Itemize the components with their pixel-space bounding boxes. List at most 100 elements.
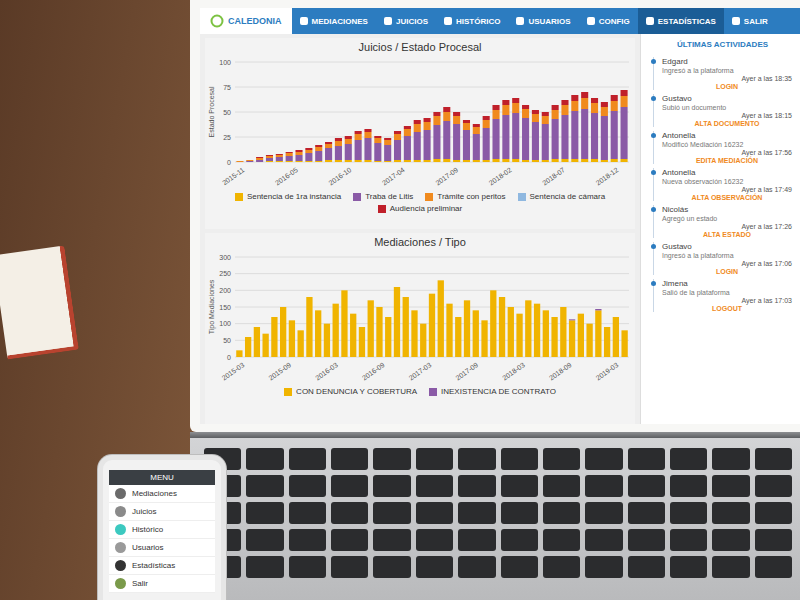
keyboard-key[interactable] bbox=[331, 475, 368, 497]
keyboard-key[interactable] bbox=[712, 502, 749, 524]
keyboard-key[interactable] bbox=[585, 448, 622, 470]
keyboard-key[interactable] bbox=[246, 448, 283, 470]
keyboard-key[interactable] bbox=[416, 502, 453, 524]
keyboard-key[interactable] bbox=[585, 556, 622, 578]
keyboard-key[interactable] bbox=[755, 556, 792, 578]
keyboard-key[interactable] bbox=[246, 556, 283, 578]
activity-item[interactable]: AntonellaNueva observación 16232Ayer a l… bbox=[653, 168, 792, 201]
keyboard-key[interactable] bbox=[712, 448, 749, 470]
phone-menu-item[interactable]: Mediaciones bbox=[109, 485, 215, 503]
nav-item[interactable]: SALIR bbox=[724, 8, 776, 34]
phone-menu-item[interactable]: Usuarios bbox=[109, 539, 215, 557]
logo[interactable]: CALEDONIA bbox=[200, 8, 292, 34]
keyboard-key[interactable] bbox=[628, 556, 665, 578]
activity-item[interactable]: JimenaSalió de la plataformaAyer a las 1… bbox=[653, 279, 792, 312]
keyboard-key[interactable] bbox=[331, 529, 368, 551]
legend-item[interactable]: Sentencia de 1ra instancia bbox=[235, 192, 341, 201]
keyboard-key[interactable] bbox=[373, 556, 410, 578]
keyboard-key[interactable] bbox=[628, 529, 665, 551]
nav-item[interactable]: USUARIOS bbox=[508, 8, 578, 34]
keyboard-key[interactable] bbox=[331, 556, 368, 578]
keyboard-key[interactable] bbox=[331, 502, 368, 524]
phone-menu-item[interactable]: Juicios bbox=[109, 503, 215, 521]
legend-item[interactable]: Traba de Litis bbox=[353, 192, 413, 201]
legend-item[interactable]: Audiencia preliminar bbox=[378, 204, 462, 213]
keyboard-key[interactable] bbox=[458, 475, 495, 497]
activity-item[interactable]: NicolásAgregó un estadoAyer a las 17:26A… bbox=[653, 205, 792, 238]
keyboard-key[interactable] bbox=[670, 556, 707, 578]
legend-item[interactable]: INEXISTENCIA DE CONTRATO bbox=[429, 387, 556, 396]
dashboard-body: Juicios / Estado ProcesalEstado Procesal… bbox=[200, 34, 800, 424]
keyboard-key[interactable] bbox=[373, 529, 410, 551]
activity-item[interactable]: GustavoIngresó a la plataformaAyer a las… bbox=[653, 242, 792, 275]
keyboard-key[interactable] bbox=[543, 502, 580, 524]
keyboard-key[interactable] bbox=[543, 475, 580, 497]
keyboard-key[interactable] bbox=[373, 475, 410, 497]
keyboard-key[interactable] bbox=[246, 529, 283, 551]
activity-item[interactable]: GustavoSubió un documentoAyer a las 18:1… bbox=[653, 94, 792, 127]
keyboard-key[interactable] bbox=[289, 448, 326, 470]
keyboard-key[interactable] bbox=[289, 475, 326, 497]
keyboard-key[interactable] bbox=[628, 502, 665, 524]
keyboard-key[interactable] bbox=[289, 502, 326, 524]
keyboard-key[interactable] bbox=[458, 448, 495, 470]
keyboard-key[interactable] bbox=[373, 502, 410, 524]
keyboard-key[interactable] bbox=[712, 475, 749, 497]
keyboard-key[interactable] bbox=[585, 502, 622, 524]
keyboard-key[interactable] bbox=[416, 556, 453, 578]
keyboard-key[interactable] bbox=[543, 556, 580, 578]
keyboard-key[interactable] bbox=[289, 529, 326, 551]
activity-item[interactable]: EdgardIngresó a la plataformaAyer a las … bbox=[653, 57, 792, 90]
phone-menu-item[interactable]: Estadísticas bbox=[109, 557, 215, 575]
nav-item[interactable]: MEDIACIONES bbox=[292, 8, 376, 34]
keyboard-key[interactable] bbox=[501, 475, 538, 497]
keyboard-key[interactable] bbox=[543, 529, 580, 551]
keyboard-key[interactable] bbox=[712, 556, 749, 578]
legend-item[interactable]: Sentencia de cámara bbox=[518, 192, 606, 201]
keyboard-key[interactable] bbox=[458, 556, 495, 578]
chart-bar bbox=[295, 155, 302, 161]
chart-bar bbox=[578, 314, 584, 357]
keyboard-key[interactable] bbox=[458, 529, 495, 551]
keyboard-key[interactable] bbox=[670, 475, 707, 497]
keyboard-key[interactable] bbox=[501, 502, 538, 524]
keyboard-key[interactable] bbox=[416, 448, 453, 470]
nav-item[interactable]: ESTADÍSTICAS bbox=[638, 8, 724, 34]
keyboard-key[interactable] bbox=[246, 502, 283, 524]
keyboard-key[interactable] bbox=[670, 529, 707, 551]
keyboard-key[interactable] bbox=[712, 529, 749, 551]
keyboard-key[interactable] bbox=[246, 475, 283, 497]
keyboard-key[interactable] bbox=[628, 475, 665, 497]
keyboard-key[interactable] bbox=[501, 448, 538, 470]
keyboard-key[interactable] bbox=[501, 556, 538, 578]
keyboard-key[interactable] bbox=[670, 448, 707, 470]
chart-bar bbox=[305, 161, 312, 162]
legend-item[interactable]: CON DENUNCIA Y COBERTURA bbox=[284, 387, 417, 396]
keyboard-key[interactable] bbox=[331, 448, 368, 470]
phone-menu-item[interactable]: Histórico bbox=[109, 521, 215, 539]
keyboard-key[interactable] bbox=[416, 475, 453, 497]
keyboard-key[interactable] bbox=[755, 475, 792, 497]
y-tick: 25 bbox=[223, 134, 231, 141]
keyboard-key[interactable] bbox=[501, 529, 538, 551]
keyboard-key[interactable] bbox=[628, 448, 665, 470]
keyboard-key[interactable] bbox=[416, 529, 453, 551]
keyboard-key[interactable] bbox=[755, 529, 792, 551]
keyboard-key[interactable] bbox=[755, 502, 792, 524]
chart-bar bbox=[403, 297, 409, 357]
keyboard-key[interactable] bbox=[458, 502, 495, 524]
phone-menu-item[interactable]: Salir bbox=[109, 575, 215, 593]
keyboard-key[interactable] bbox=[755, 448, 792, 470]
keyboard-key[interactable] bbox=[585, 475, 622, 497]
keyboard-key[interactable] bbox=[585, 529, 622, 551]
legend-item[interactable]: Trámite con peritos bbox=[425, 192, 505, 201]
keyboard-key[interactable] bbox=[543, 448, 580, 470]
nav-item[interactable]: JUICIOS bbox=[376, 8, 436, 34]
keyboard-key[interactable] bbox=[670, 502, 707, 524]
activity-item[interactable]: AntonellaModificó Mediación 16232Ayer a … bbox=[653, 131, 792, 164]
keyboard-key[interactable] bbox=[289, 556, 326, 578]
nav-item[interactable]: CONFIG bbox=[579, 8, 638, 34]
nav-item[interactable]: HISTÓRICO bbox=[436, 8, 508, 34]
chart-bar bbox=[256, 157, 263, 158]
keyboard-key[interactable] bbox=[373, 448, 410, 470]
